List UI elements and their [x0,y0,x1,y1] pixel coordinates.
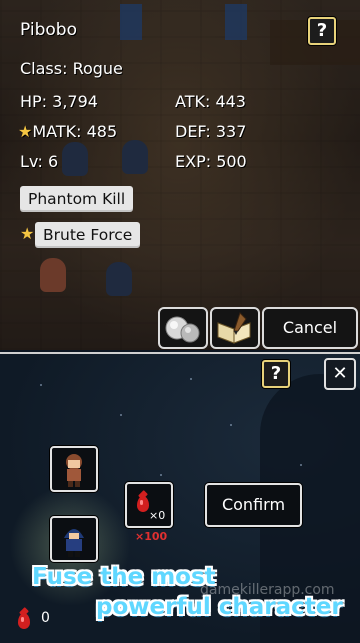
character-info-panel: Pibobo Class: Rogue HP: 3,794 ATK: 443 ★… [0,0,360,350]
red-gem-icon [137,496,149,512]
book-button[interactable] [210,307,260,349]
watermark: gamekillerapp.com [200,582,335,598]
spellbook-icon [217,312,251,344]
fusion-help-button[interactable]: ? [262,360,290,388]
red-gem-icon [18,613,30,629]
fusion-slot-character-2[interactable] [50,516,98,562]
close-button[interactable]: ✕ [324,358,356,390]
star-icon: ★ [18,122,33,141]
sky-star [300,464,302,466]
skill-phantom-kill[interactable]: Phantom Kill [20,186,134,212]
fusion-panel: ? ✕ ×0 ×100 Confirm 0 Fuse the most powe… [0,352,360,643]
star-icon: ★ [20,224,35,243]
stat-matk-row: ★MATK: 485 [18,122,117,141]
material-cost: ×100 [135,530,168,543]
warrior-character-sprite [66,454,82,487]
help-button[interactable]: ? [308,17,336,45]
stat-def: DEF: 337 [175,122,247,141]
character-name: Pibobo [20,20,77,40]
sky-star [230,424,232,426]
close-icon: ✕ [332,363,348,384]
orb-pair-icon [165,316,200,343]
skill-brute-force[interactable]: Brute Force [35,222,141,248]
currency-count: 0 [41,610,50,626]
stat-atk: ATK: 443 [175,92,246,111]
sky-star [160,474,162,476]
stat-hp: HP: 3,794 [20,92,98,111]
confirm-button[interactable]: Confirm [205,483,302,527]
material-count: ×0 [149,509,166,522]
character-class: Class: Rogue [20,59,123,78]
stat-matk: MATK: 485 [32,122,118,141]
cancel-button[interactable]: Cancel [262,307,358,349]
sky-star [40,384,42,386]
rogue-character-sprite [64,529,84,557]
promo-line-1: Fuse the most [32,564,216,590]
sky-star [120,414,122,416]
sky-star [190,378,192,380]
character-stats: Pibobo Class: Rogue HP: 3,794 ATK: 443 ★… [0,0,360,300]
fusion-material-slot[interactable]: ×0 [125,482,173,528]
fusion-slot-character-1[interactable] [50,446,98,492]
orb-button[interactable] [158,307,208,349]
stat-lv: Lv: 6 [20,152,59,171]
stat-exp: EXP: 500 [175,152,247,171]
